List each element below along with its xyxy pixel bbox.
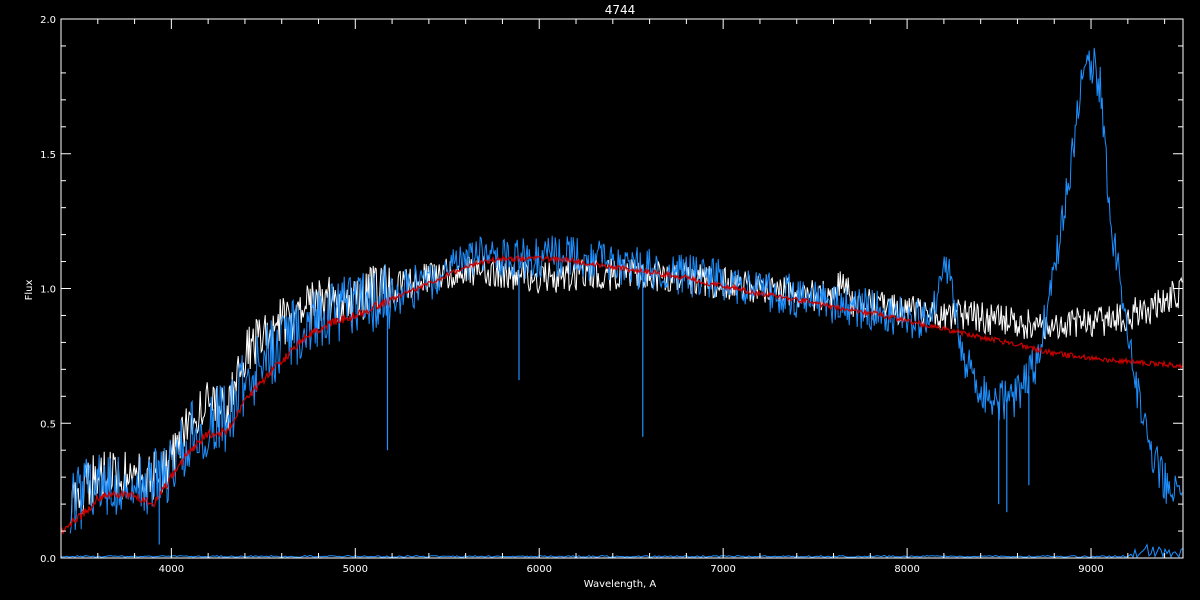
x-tick-label: 9000 (1078, 564, 1103, 575)
chart-background (0, 0, 1200, 600)
x-tick-label: 7000 (710, 564, 735, 575)
y-tick-label: 0.0 (40, 554, 56, 565)
x-axis-label: Wavelength, A (584, 579, 657, 590)
y-tick-label: 2.0 (40, 15, 56, 26)
chart-title: 4744 (605, 3, 636, 17)
y-tick-label: 1.5 (40, 150, 56, 161)
x-tick-label: 8000 (894, 564, 919, 575)
x-tick-label: 5000 (343, 564, 368, 575)
y-axis-label: Flux (24, 280, 35, 301)
spectrum-chart: 4744 4000 5000 6000 7000 8000 9000 0.0 0.5 1.0 1.… (0, 0, 1200, 600)
x-tick-label: 4000 (159, 564, 184, 575)
y-tick-label: 1.0 (40, 285, 56, 296)
y-tick-label: 0.5 (40, 419, 56, 430)
x-tick-label: 6000 (527, 564, 552, 575)
